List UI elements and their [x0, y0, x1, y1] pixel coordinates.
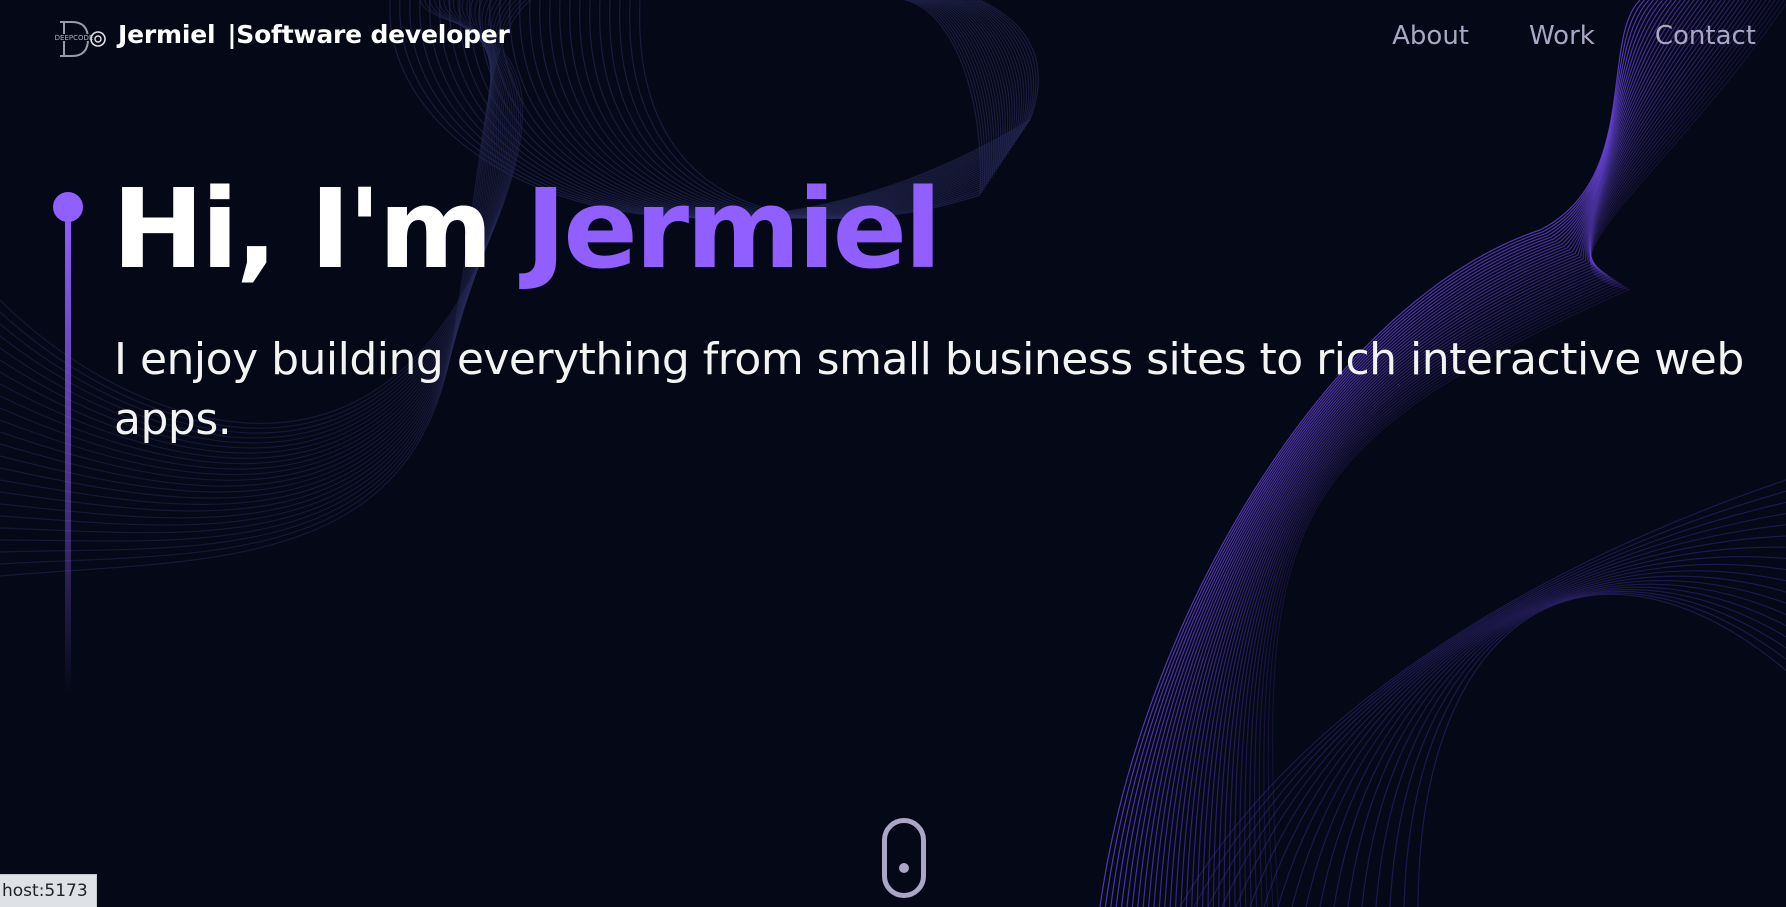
- brand-role: Software developer: [236, 20, 510, 49]
- background-waves-decoration: [0, 0, 1786, 907]
- hero-greeting: Hi, I'm: [112, 165, 526, 293]
- brand-title[interactable]: Jermiel |Software developer: [118, 20, 510, 49]
- hero-subtitle: I enjoy building everything from small b…: [114, 334, 1744, 445]
- svg-text:DEEPCODE: DEEPCODE: [55, 34, 94, 42]
- nav-link-work[interactable]: Work: [1529, 21, 1595, 51]
- nav-link-contact[interactable]: Contact: [1655, 21, 1756, 51]
- navbar: DEEPCODE Jermiel |Software developer Abou…: [0, 0, 1786, 78]
- hero-accent-line: [65, 214, 71, 694]
- brand-separator: |: [227, 20, 237, 49]
- hero-name: Jermiel: [525, 165, 941, 293]
- deepcode-logo-icon[interactable]: DEEPCODE: [52, 18, 108, 60]
- scroll-dot: [899, 863, 909, 873]
- nav-link-about[interactable]: About: [1392, 21, 1469, 51]
- hero-heading: Hi, I'm Jermiel: [112, 165, 942, 293]
- nav-links: About Work Contact: [1332, 21, 1756, 51]
- brand-name: Jermiel: [118, 20, 216, 49]
- browser-status-url: host:5173: [0, 874, 97, 907]
- portfolio-page: DEEPCODE Jermiel |Software developer Abou…: [0, 0, 1786, 907]
- mouse-scroll-icon[interactable]: [882, 818, 926, 898]
